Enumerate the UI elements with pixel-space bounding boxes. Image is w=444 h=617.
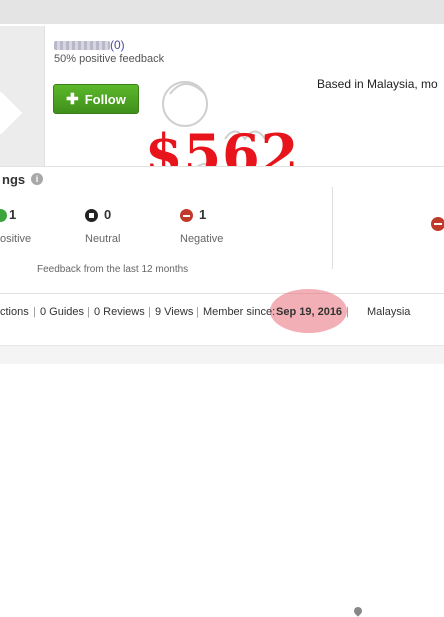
collections-link[interactable]: ctions (0, 306, 29, 318)
separator: | (148, 306, 151, 318)
ratings-divider (332, 187, 333, 269)
negative-icon (180, 209, 193, 222)
separator: | (87, 306, 90, 318)
negative-icon-right (431, 217, 444, 231)
positive-count: 1 (9, 207, 17, 222)
feedback-period-note: Feedback from the last 12 months (37, 264, 189, 275)
feedback-count-link[interactable]: (0) (110, 38, 125, 52)
neutral-count: 0 (104, 207, 112, 222)
top-band (0, 0, 444, 25)
reviews-link[interactable]: 0 Reviews (94, 306, 145, 318)
plus-icon: ✚ (66, 90, 79, 108)
avatar-placeholder-icon (0, 91, 23, 135)
feedback-ratings-panel: ngs i 1 ositive 0 Neutral 1 Negative Fee… (0, 166, 444, 294)
positive-icon (0, 209, 7, 222)
separator: | (196, 306, 199, 318)
username-line: (0) (54, 38, 125, 52)
negative-count: 1 (199, 207, 207, 222)
avatar (0, 26, 45, 166)
follow-button[interactable]: ✚ Follow (53, 84, 139, 114)
country-link[interactable]: Malaysia (367, 306, 410, 318)
views-count: 9 Views (155, 306, 194, 318)
member-stats-bar: ctions | 0 Guides | 0 Reviews | 9 Views … (0, 300, 444, 617)
guides-link[interactable]: 0 Guides (40, 306, 84, 318)
negative-label: Negative (180, 233, 224, 245)
location-pin-icon (352, 605, 364, 617)
positive-label: ositive (0, 233, 32, 245)
neutral-label: Neutral (85, 233, 121, 245)
info-icon[interactable]: i (31, 173, 43, 185)
separator: | (33, 306, 36, 318)
neutral-icon (85, 209, 98, 222)
member-since-date: Sep 19, 2016 (276, 306, 343, 318)
username-blurred[interactable] (54, 41, 110, 51)
bottom-band (0, 345, 444, 364)
member-since-label: Member since: (203, 306, 276, 318)
follow-button-label: Follow (84, 91, 126, 107)
separator: | (346, 306, 349, 318)
location-text: Based in Malaysia, mo (317, 77, 438, 91)
ratings-title: ngs (2, 172, 26, 187)
